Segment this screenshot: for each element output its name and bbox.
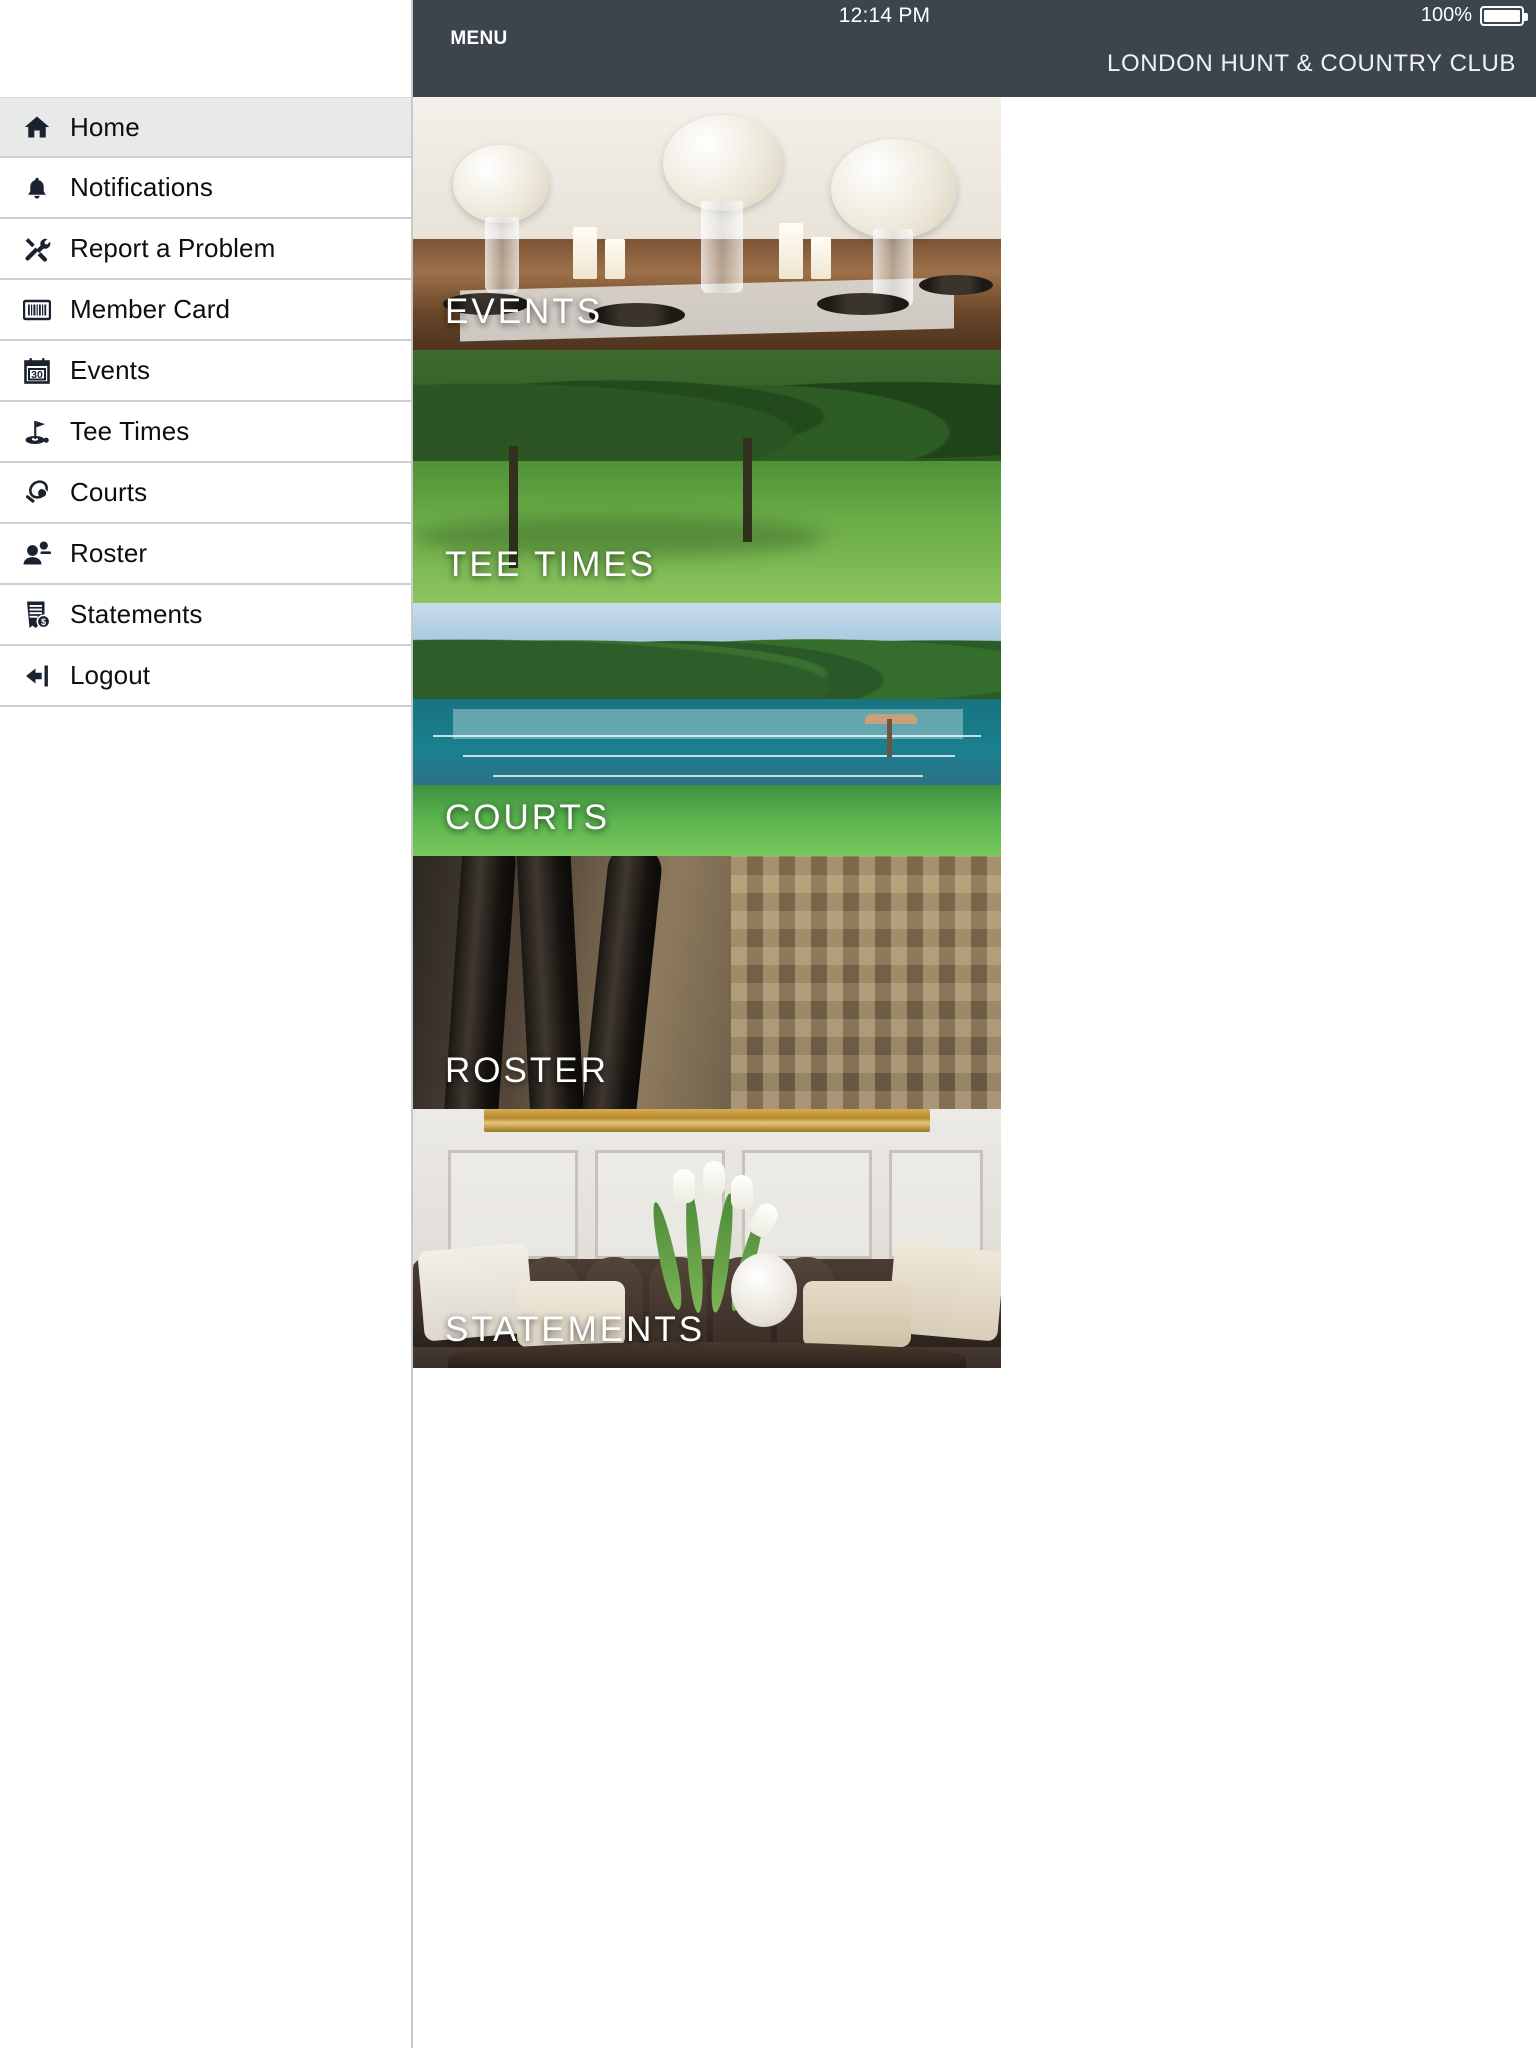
status-time: 12:14 PM <box>838 3 931 27</box>
tennis-racquet-icon <box>14 473 60 513</box>
sidebar-menu: Home Notifications Report a Problem Memb… <box>0 0 413 2048</box>
tile-label: ROSTER <box>445 1051 609 1090</box>
sidebar-top-spacer <box>0 0 411 97</box>
battery-full-icon <box>1480 5 1528 26</box>
tile-tee-times[interactable]: TEE TIMES <box>413 350 1001 603</box>
golf-flag-icon <box>14 412 60 452</box>
tile-events[interactable]: EVENTS <box>413 97 1001 350</box>
sidebar-item-label: Home <box>70 111 140 142</box>
status-right-cluster: 100% <box>1420 4 1528 27</box>
battery-fill <box>1484 9 1520 22</box>
svg-text:30: 30 <box>31 369 43 381</box>
menu-button-label: MENU <box>450 28 508 49</box>
home-icon <box>14 107 60 147</box>
sidebar-item-logout[interactable]: Logout <box>0 646 411 707</box>
invoice-icon: $ <box>14 595 60 635</box>
main-pane: 12:14 PM 100% MENU LONDON HUNT & COUNTRY… <box>413 0 1536 2048</box>
tools-icon <box>14 229 60 269</box>
app-root: Home Notifications Report a Problem Memb… <box>0 0 1536 2048</box>
person-add-icon <box>14 534 60 574</box>
tile-label: EVENTS <box>445 292 604 331</box>
club-title: LONDON HUNT & COUNTRY CLUB <box>1107 50 1516 77</box>
sidebar-item-label: Events <box>70 355 151 385</box>
sidebar-item-label: Courts <box>70 477 148 507</box>
sidebar-item-label: Statements <box>70 599 203 629</box>
sidebar-item-label: Report a Problem <box>70 233 276 263</box>
battery-percent-label: 100% <box>1420 4 1472 26</box>
sidebar-item-statements[interactable]: $ Statements <box>0 585 411 646</box>
sidebar-item-courts[interactable]: Courts <box>0 463 411 524</box>
hamburger-menu-button[interactable]: MENU <box>446 29 512 48</box>
tile-statements[interactable]: STATEMENTS <box>413 1109 1001 1368</box>
tile-roster[interactable]: ROSTER <box>413 856 1001 1109</box>
sidebar-item-notifications[interactable]: Notifications <box>0 158 411 219</box>
sidebar-item-member-card[interactable]: Member Card <box>0 280 411 341</box>
sidebar-item-report-a-problem[interactable]: Report a Problem <box>0 219 411 280</box>
sidebar-item-label: Logout <box>70 660 151 690</box>
sidebar-item-label: Member Card <box>70 294 231 324</box>
calendar-icon: 30 <box>14 351 60 391</box>
svg-text:$: $ <box>41 617 46 627</box>
logout-icon <box>14 656 60 696</box>
app-bar: MENU LONDON HUNT & COUNTRY CLUB <box>413 29 1536 97</box>
tile-label: TEE TIMES <box>445 545 657 584</box>
bell-icon <box>14 168 60 208</box>
barcode-icon <box>14 290 60 330</box>
sidebar-item-tee-times[interactable]: Tee Times <box>0 402 411 463</box>
sidebar-item-events[interactable]: 30 Events <box>0 341 411 402</box>
tile-grid: EVENTS TEE TIMES COURTS ROSTER STATEMENT… <box>413 97 1536 1368</box>
status-bar: 12:14 PM 100% <box>413 0 1536 31</box>
tile-courts[interactable]: COURTS <box>413 603 1001 856</box>
sidebar-item-list: Home Notifications Report a Problem Memb… <box>0 97 411 707</box>
sidebar-item-label: Roster <box>70 538 148 568</box>
sidebar-item-roster[interactable]: Roster <box>0 524 411 585</box>
sidebar-item-home[interactable]: Home <box>0 97 411 158</box>
sidebar-item-label: Notifications <box>70 172 213 202</box>
tile-label: STATEMENTS <box>445 1310 706 1349</box>
tile-label: COURTS <box>445 798 611 837</box>
sidebar-item-label: Tee Times <box>70 416 190 446</box>
